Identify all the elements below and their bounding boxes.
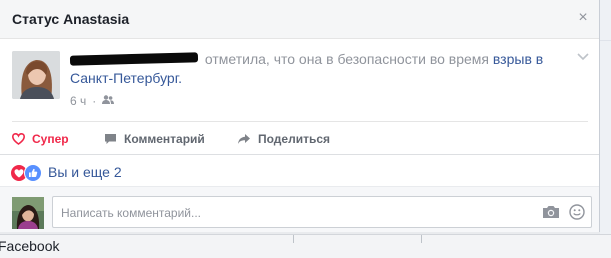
comment-box (52, 196, 592, 229)
user-avatar[interactable] (12, 197, 44, 229)
redacted-author-name (70, 52, 201, 66)
post-actions: Супер Комментарий Поделиться (12, 130, 330, 148)
divider (600, 40, 611, 41)
super-label: Супер (32, 132, 69, 146)
heart-icon (12, 133, 25, 145)
dialog-header: Статус Anastasia × (0, 0, 599, 39)
comment-label: Комментарий (124, 132, 205, 146)
author-avatar[interactable] (12, 51, 60, 99)
post-action-text: отметила, что она в безопасности во врем… (201, 51, 493, 67)
share-button[interactable]: Поделиться (237, 130, 330, 148)
chevron-down-icon[interactable] (577, 52, 589, 62)
reactions-summary[interactable]: Вы и еще 2 (10, 164, 122, 182)
reactions-text: Вы и еще 2 (48, 164, 122, 180)
reaction-icons (10, 164, 48, 182)
super-button[interactable]: Супер (12, 130, 104, 148)
post-time[interactable]: 6 ч (70, 94, 86, 108)
share-arrow-icon (238, 134, 250, 144)
dialog-title: Статус Anastasia (12, 11, 130, 27)
camera-icon[interactable] (542, 205, 560, 219)
comment-composer (0, 186, 599, 232)
emoji-icon[interactable] (569, 204, 585, 220)
comment-input[interactable] (59, 197, 513, 229)
meta-separator: · (92, 94, 97, 108)
post-text: отметила, что она в безопасности во врем… (70, 50, 560, 88)
divider (293, 235, 294, 243)
like-icon (24, 164, 42, 182)
share-label: Поделиться (258, 132, 331, 146)
divider (0, 154, 599, 155)
link-suffix: . (178, 70, 182, 86)
comment-button[interactable]: Комментарий (104, 130, 237, 148)
status-dialog: Статус Anastasia × отметила, что она в б… (0, 0, 600, 232)
background-page-footer: Facebook (0, 234, 611, 258)
post-meta: 6 ч · (70, 94, 115, 108)
comment-icon (105, 134, 116, 144)
friends-icon[interactable] (102, 94, 115, 108)
divider (421, 235, 422, 243)
footer-text[interactable]: Facebook (0, 238, 59, 254)
close-icon[interactable]: × (575, 9, 591, 27)
divider (12, 121, 588, 122)
background-page-edge (600, 0, 611, 257)
